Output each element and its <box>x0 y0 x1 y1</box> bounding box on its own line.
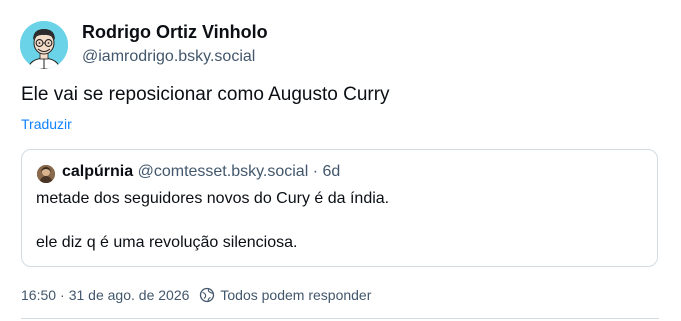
quoted-author-avatar <box>37 165 55 183</box>
reply-settings[interactable]: Todos podem responder <box>199 287 371 303</box>
meta-separator: · <box>60 287 65 303</box>
author-avatar[interactable] <box>20 21 68 69</box>
author-handle[interactable]: @iamrodrigo.bsky.social <box>82 48 255 66</box>
post-date: 31 de ago. de 2026 <box>68 287 190 303</box>
quoted-author-name[interactable]: calpúrnia <box>62 163 133 180</box>
quoted-time-ago[interactable]: 6d <box>322 163 340 180</box>
post: Rodrigo Ortiz Vinholo @iamrodrigo.bsky.s… <box>0 0 681 321</box>
post-time: 16:50 <box>21 287 57 303</box>
divider <box>21 318 659 319</box>
quoted-post-line-1: metade dos seguidores novos do Cury é da… <box>36 190 390 207</box>
author-display-name[interactable]: Rodrigo Ortiz Vinholo <box>82 22 268 43</box>
reply-settings-label: Todos podem responder <box>220 287 372 303</box>
cartoon-avatar-icon <box>20 21 68 69</box>
globe-icon <box>200 287 215 303</box>
quoted-header-separator: · <box>308 163 323 180</box>
photo-avatar-icon <box>37 165 55 183</box>
quoted-post-header: calpúrnia @comtesset.bsky.social · 6d <box>62 163 340 181</box>
quoted-post-line-2: ele diz q é uma revolução silenciosa. <box>36 234 298 251</box>
translate-link[interactable]: Traduzir <box>21 116 72 132</box>
post-meta: 16:50 · 31 de ago. de 2026 Todos podem r… <box>21 287 371 303</box>
quoted-author-handle[interactable]: @comtesset.bsky.social <box>138 163 309 180</box>
quoted-post-card[interactable]: calpúrnia @comtesset.bsky.social · 6d me… <box>21 149 658 267</box>
post-text: Ele vai se reposicionar como Augusto Cur… <box>21 84 390 105</box>
